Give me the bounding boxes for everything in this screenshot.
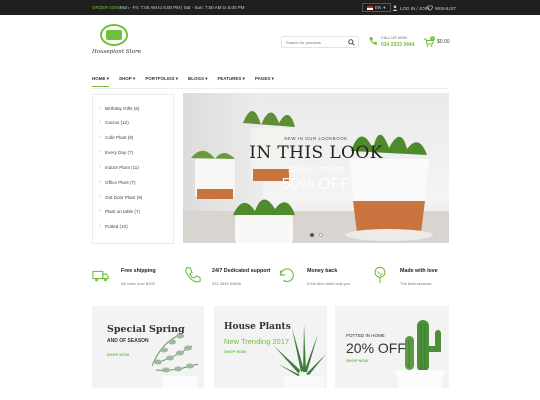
logo-text: Houseplant Store (92, 49, 141, 55)
banner-title: 20% OFF (346, 340, 406, 356)
wishlist-link[interactable]: WISHLIST (427, 5, 456, 11)
banner-subtitle: AND OF SEASON (107, 338, 149, 344)
search-input[interactable] (286, 39, 346, 46)
phone-icon (185, 267, 201, 283)
call-us: CALL US NOW 034 2333 3444 (368, 34, 423, 50)
store-hours: Mon - Fri: 7:00 AM to 8:00 PM | Sat - Su… (120, 5, 245, 10)
aloe-plant-image (274, 324, 326, 388)
tree-icon (374, 266, 386, 284)
banner-house-plants[interactable]: House Plants New Trending 2017 SHOP NOW (214, 306, 327, 388)
hero-slider[interactable]: NEW IN OUR LOOKBOOK IN THIS LOOK SPRING … (183, 93, 449, 243)
call-us-number: 034 2333 3444 (381, 42, 415, 48)
phone-icon (369, 37, 377, 45)
nav-portfolios[interactable]: PORTFOLIOS ▾ (145, 76, 178, 87)
feature-title: Free shipping (121, 268, 156, 274)
feature-support: 24/7 Dedicated support 032 4534 54666 (183, 262, 273, 292)
banner-title: Special Spring (107, 324, 185, 335)
nav-pages[interactable]: PAGES ▾ (255, 76, 274, 87)
wishlist-label: WISHLIST (435, 5, 457, 11)
feature-made-with-love: Made with love The best services (371, 262, 461, 292)
feature-subtitle: The best services (400, 281, 432, 286)
login-link[interactable]: LOG IN / JOIN (392, 5, 429, 11)
feature-money-back: Money back If the item didn't suit you (278, 262, 368, 292)
slider-dot[interactable] (319, 233, 323, 237)
category-item[interactable]: Plant on table (7) (99, 208, 140, 214)
feature-title: Money back (307, 268, 338, 274)
cart-count-badge: 0 (430, 35, 435, 41)
category-item[interactable]: Office Plant (7) (99, 179, 135, 185)
top-bar: ORDER NOW Mon - Fri: 7:00 AM to 8:00 PM … (0, 0, 540, 15)
heart-icon (427, 5, 433, 11)
category-item[interactable]: Birthday Gifts (6) (99, 105, 140, 111)
category-sidebar: Birthday Gifts (6) Cactus (12) Cafe Plan… (92, 94, 174, 244)
language-selector[interactable]: EN ▾ (362, 3, 391, 12)
slider-dots (310, 233, 323, 237)
truck-icon (92, 270, 109, 282)
banner-special-spring[interactable]: Special Spring AND OF SEASON SHOP NOW (92, 306, 204, 388)
hero-subtitle: SPRING STORE (287, 167, 345, 174)
user-icon (392, 5, 398, 11)
feature-free-shipping: Free shipping All order over $100 (92, 262, 182, 292)
order-now-link[interactable]: ORDER NOW (92, 5, 121, 10)
nav-home[interactable]: HOME ▾ (92, 76, 110, 87)
feature-title: 24/7 Dedicated support (212, 268, 271, 274)
category-item[interactable]: Cafe Plant (8) (99, 134, 133, 140)
nav-divider (92, 88, 448, 89)
shop-now-link[interactable]: SHOP NOW (224, 349, 246, 354)
call-us-label: CALL US NOW (381, 36, 408, 40)
login-label: LOG IN / JOIN (400, 5, 430, 11)
refresh-icon (280, 268, 294, 283)
category-item[interactable]: Every Day (7) (99, 149, 133, 155)
cart-total: $0.00 (437, 39, 450, 45)
banner-subtitle: New Trending 2017 (224, 337, 290, 346)
flag-icon (367, 5, 373, 10)
hero-kicker: NEW IN OUR LOOKBOOK (284, 136, 348, 141)
nav-features[interactable]: FEATURES ▾ (217, 76, 244, 87)
category-item[interactable]: Indoor Plant (11) (99, 164, 139, 170)
eucalyptus-image (151, 333, 199, 388)
chevron-down-icon: ▾ (383, 4, 386, 10)
cart-button[interactable]: 0 $0.00 (424, 35, 452, 47)
shop-now-link[interactable]: SHOP NOW (346, 358, 368, 363)
feature-subtitle: 032 4534 54666 (212, 281, 241, 286)
logo-badge (100, 24, 128, 46)
category-item[interactable]: Out Door Plant (9) (99, 194, 142, 200)
search-icon[interactable] (348, 39, 355, 46)
category-item[interactable]: Potted (10) (99, 223, 128, 229)
feature-title: Made with love (400, 268, 438, 274)
banner-title: House Plants (224, 322, 291, 332)
features-row: Free shipping All order over $100 24/7 D… (92, 262, 448, 292)
language-label: EN (375, 5, 382, 10)
feature-subtitle: All order over $100 (121, 281, 155, 286)
main-nav: HOME ▾ SHOP ▾ PORTFOLIOS ▾ BLOGS ▾ FEATU… (92, 76, 448, 87)
banner-kicker: POTTED IN HOME (346, 333, 385, 338)
slider-dot[interactable] (310, 233, 314, 237)
hero-title: IN THIS LOOK (249, 143, 383, 163)
store-logo[interactable]: Houseplant Store (92, 24, 141, 58)
nav-blogs[interactable]: BLOGS ▾ (188, 76, 208, 87)
shop-now-link[interactable]: SHOP NOW (107, 352, 129, 357)
banner-potted-in-home[interactable]: POTTED IN HOME 20% OFF SHOP NOW (335, 306, 449, 388)
nav-shop[interactable]: SHOP ▾ (119, 76, 135, 87)
search-box (281, 36, 359, 48)
category-item[interactable]: Cactus (12) (99, 119, 129, 125)
feature-subtitle: If the item didn't suit you (307, 281, 351, 286)
hero-offer: 50% OFF (281, 176, 351, 193)
